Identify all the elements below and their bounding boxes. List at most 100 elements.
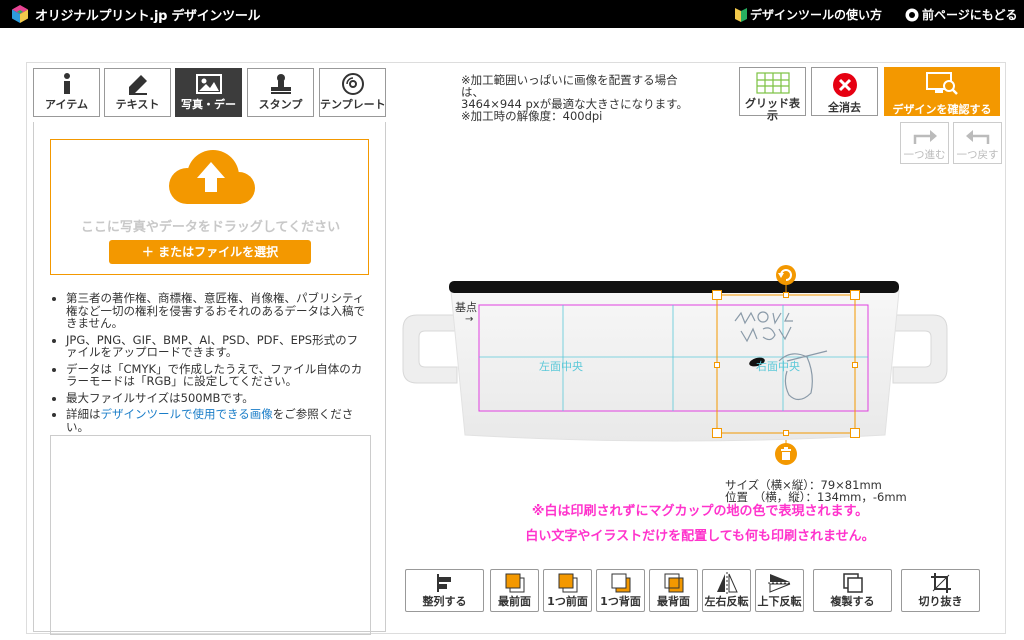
crop-button[interactable]: 切り抜き — [901, 569, 980, 612]
tab-photo-data[interactable]: 写真・デー — [175, 68, 242, 117]
undo-label: 一つ戻す — [956, 149, 999, 161]
design-tool-app: オリジナルプリント.jp デザインツール デザインツールの使い方 前ページにもど… — [0, 0, 1024, 640]
redo-label: 一つ進む — [903, 149, 946, 161]
clear-all-button[interactable]: 全消去 — [811, 67, 878, 116]
tab-stamp-label: スタンプ — [258, 98, 303, 111]
left-center-label: 左面中央 — [539, 360, 583, 373]
send-to-back-button[interactable]: 最背面 — [649, 569, 698, 612]
send-to-back-label: 最背面 — [657, 595, 690, 608]
tab-item[interactable]: アイテム — [33, 68, 100, 117]
processing-info: ※加工範囲いっぱいに画像を配置する場合は、 3464×944 pxが最適な大きさ… — [461, 74, 693, 122]
bring-to-front-button[interactable]: 最前面 — [490, 569, 539, 612]
grid-icon — [755, 72, 790, 94]
undo-arrow-icon — [965, 130, 989, 144]
select-file-button[interactable]: ＋ またはファイルを選択 — [109, 240, 311, 264]
send-backward-icon — [611, 573, 630, 593]
base-point-text: 基点 — [455, 301, 477, 314]
redo-arrow-icon — [913, 130, 937, 144]
tab-photo-data-label: 写真・デー — [181, 98, 236, 111]
cloud-upload-icon — [169, 150, 255, 204]
bring-to-front-label: 最前面 — [498, 595, 531, 608]
align-icon — [436, 574, 451, 592]
drop-hint-text: ここに写真やデータをドラッグしてください — [80, 220, 341, 235]
image-icon — [195, 74, 222, 94]
how-to-use-link[interactable]: デザインツールの使い方 — [735, 6, 882, 23]
grid-toggle-button[interactable]: グリッド表示 — [739, 67, 806, 122]
resize-handle-top[interactable] — [783, 292, 789, 298]
grid-toggle-label: グリッド表示 — [745, 97, 800, 122]
crop-icon — [930, 573, 951, 593]
disc-icon — [341, 73, 364, 95]
flip-vertical-button[interactable]: 上下反転 — [755, 569, 804, 612]
crop-label: 切り抜き — [918, 595, 963, 608]
resize-handle-bottom[interactable] — [783, 430, 789, 436]
back-circle-icon — [905, 8, 919, 21]
duplicate-label: 複製する — [830, 595, 875, 608]
note-details: 詳細はデザインツールで使用できる画像をご参照ください。 — [66, 408, 368, 433]
rotate-handle[interactable] — [776, 265, 796, 285]
info-line-1: ※加工範囲いっぱいに画像を配置する場合は、 — [461, 73, 678, 99]
redo-button[interactable]: 一つ進む — [900, 122, 949, 164]
info-icon — [63, 73, 70, 94]
mug-body — [450, 290, 900, 442]
monitor-search-icon — [926, 72, 958, 95]
beginner-mark-icon — [735, 7, 747, 22]
confirm-design-label: デザインを確認する — [892, 103, 992, 116]
note-max-size: 最大ファイルサイズは500MBです。 — [66, 391, 368, 405]
align-button[interactable]: 整列する — [405, 569, 484, 612]
resize-handle-right[interactable] — [852, 362, 858, 368]
back-page-label: 前ページにもどる — [922, 8, 1018, 22]
uploaded-images-list[interactable] — [50, 435, 371, 635]
resize-handle-tl[interactable] — [712, 290, 722, 300]
resize-handle-br[interactable] — [850, 428, 860, 438]
tab-text-label: テキスト — [115, 98, 160, 111]
note-copyright: 第三者の著作権、商標権、意匠権、肖像権、パブリシティ権など一切の権利を侵害するお… — [66, 292, 368, 330]
right-center-label: 右面中央 — [756, 360, 800, 373]
mug-left-handle — [402, 314, 458, 384]
site-logo[interactable]: オリジナルプリント.jp デザインツール — [10, 4, 261, 24]
bring-forward-button[interactable]: 1つ前面 — [543, 569, 592, 612]
logo-text: オリジナルプリント.jp デザインツール — [35, 8, 261, 24]
tab-stamp[interactable]: スタンプ — [247, 68, 314, 117]
bring-forward-icon — [558, 573, 577, 593]
trash-icon[interactable] — [775, 440, 797, 466]
base-point-label: 基点 → — [455, 299, 477, 325]
stamp-icon — [270, 74, 291, 94]
mug-right-handle — [892, 314, 948, 384]
send-backward-button[interactable]: 1つ背面 — [596, 569, 645, 612]
white-print-warning-2: 白い文字やイラストだけを配置しても何も印刷されません。 — [525, 529, 875, 544]
back-page-link[interactable]: 前ページにもどる — [905, 6, 1018, 23]
upload-notes: 第三者の著作権、商標権、意匠権、肖像権、パブリシティ権など一切の権利を侵害するお… — [50, 292, 368, 437]
duplicate-icon — [842, 573, 863, 593]
tab-template[interactable]: テンプレート — [319, 68, 386, 117]
confirm-design-button[interactable]: デザインを確認する — [884, 67, 1000, 116]
send-backward-label: 1つ背面 — [600, 595, 641, 608]
undo-button[interactable]: 一つ戻す — [953, 122, 1002, 164]
bring-to-front-icon — [505, 573, 524, 593]
flip-vertical-icon — [767, 574, 792, 593]
logo-cube-icon — [12, 5, 28, 23]
usable-images-link[interactable]: デザインツールで使用できる画像 — [101, 407, 273, 421]
flip-horizontal-button[interactable]: 左右反転 — [702, 569, 751, 612]
flip-horizontal-label: 左右反転 — [704, 595, 749, 608]
duplicate-button[interactable]: 複製する — [813, 569, 892, 612]
tab-text[interactable]: テキスト — [104, 68, 171, 117]
tab-template-label: テンプレート — [320, 98, 386, 111]
upload-dropzone[interactable]: ここに写真やデータをドラッグしてください ＋ またはファイルを選択 — [50, 139, 369, 275]
tab-item-label: アイテム — [45, 98, 88, 111]
resize-handle-bl[interactable] — [712, 428, 722, 438]
header-bar: オリジナルプリント.jp デザインツール デザインツールの使い方 前ページにもど… — [0, 0, 1024, 28]
white-print-warning-1: ※白は印刷されずにマグカップの地の色で表現されます。 — [531, 504, 869, 519]
close-circle-icon — [832, 73, 857, 97]
resize-handle-tr[interactable] — [850, 290, 860, 300]
pen-icon — [128, 75, 147, 95]
design-canvas[interactable] — [395, 265, 955, 445]
clear-all-label: 全消去 — [828, 101, 861, 114]
resize-handle-left[interactable] — [714, 362, 720, 368]
how-to-use-label: デザインツールの使い方 — [750, 8, 883, 22]
send-to-back-icon — [664, 573, 683, 593]
mug-rim — [449, 281, 899, 293]
bring-forward-label: 1つ前面 — [547, 595, 588, 608]
flip-vertical-label: 上下反転 — [757, 595, 802, 608]
note-formats: JPG、PNG、GIF、BMP、AI、PSD、PDF、EPS形式のファイルをアッ… — [66, 333, 368, 359]
